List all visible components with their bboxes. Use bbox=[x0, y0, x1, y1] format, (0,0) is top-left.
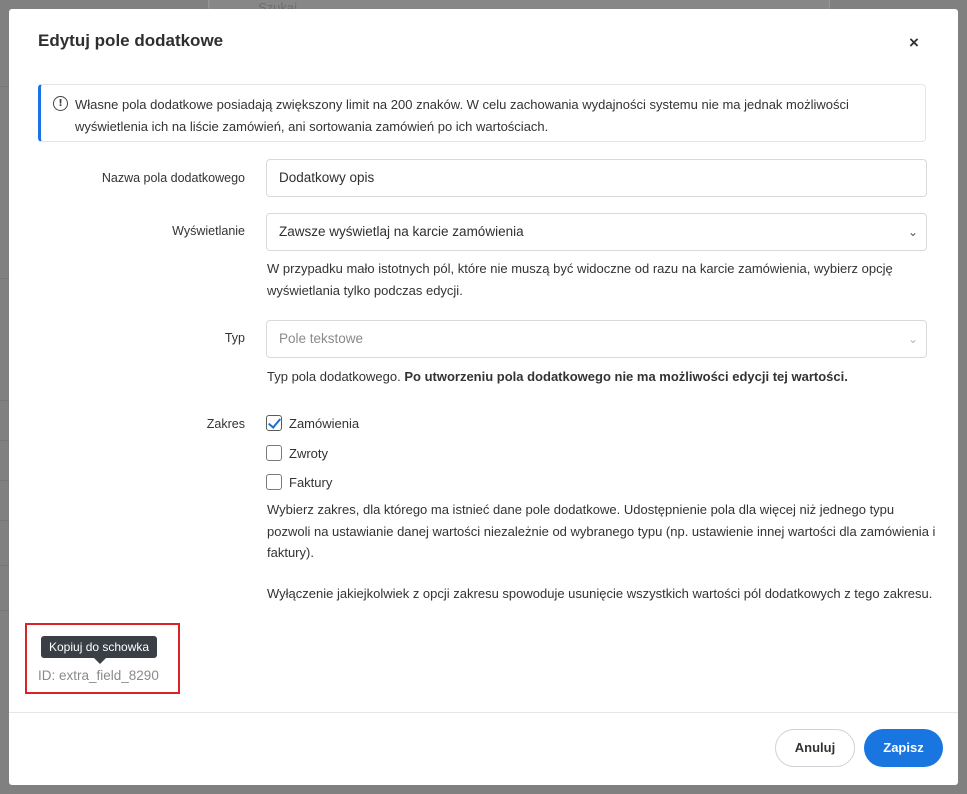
edit-extra-field-dialog: Edytuj pole dodatkowe × ! Własne pola do… bbox=[9, 9, 958, 785]
checkbox-checked[interactable] bbox=[266, 415, 282, 431]
divider bbox=[0, 610, 9, 611]
footer-divider bbox=[9, 712, 958, 713]
divider bbox=[0, 440, 9, 441]
save-button[interactable]: Zapisz bbox=[864, 729, 943, 767]
checkbox[interactable] bbox=[266, 445, 282, 461]
divider bbox=[0, 278, 9, 279]
divider bbox=[0, 400, 9, 401]
chevron-down-icon: ⌄ bbox=[907, 332, 918, 346]
scope-option-label: Faktury bbox=[289, 475, 333, 490]
info-text: Własne pola dodatkowe posiadają zwiększo… bbox=[75, 97, 849, 134]
name-input[interactable]: Dodatkowy opis bbox=[266, 159, 927, 197]
type-label: Typ bbox=[224, 331, 245, 345]
type-select: Pole tekstowe ⌄ bbox=[266, 320, 927, 358]
display-select-value: Zawsze wyświetlaj na karcie zamówienia bbox=[279, 224, 524, 239]
scope-label: Zakres bbox=[206, 417, 245, 431]
dialog-title: Edytuj pole dodatkowe bbox=[38, 31, 224, 50]
type-help-prefix: Typ pola dodatkowego. bbox=[267, 369, 401, 384]
divider bbox=[0, 86, 9, 87]
scope-help-text: Wybierz zakres, dla którego ma istnieć d… bbox=[267, 502, 936, 560]
name-input-value: Dodatkowy opis bbox=[279, 170, 375, 185]
close-icon[interactable]: × bbox=[904, 33, 924, 53]
scope-warning-text: Wyłączenie jakiejkolwiek z opcji zakresu… bbox=[267, 586, 933, 601]
info-icon: ! bbox=[53, 96, 68, 111]
display-label: Wyświetlanie bbox=[172, 224, 245, 238]
display-help-text: W przypadku mało istotnych pól, które ni… bbox=[267, 261, 893, 298]
divider bbox=[0, 565, 9, 566]
type-select-value: Pole tekstowe bbox=[279, 331, 364, 346]
display-select[interactable]: Zawsze wyświetlaj na karcie zamówienia ⌄ bbox=[266, 213, 927, 251]
scope-option-label: Zwroty bbox=[289, 446, 328, 461]
info-alert: ! Własne pola dodatkowe posiadają zwięks… bbox=[38, 84, 926, 142]
type-help-text: Typ pola dodatkowego. Po utworzeniu pola… bbox=[267, 366, 937, 388]
name-label: Nazwa pola dodatkowego bbox=[101, 171, 245, 185]
copy-tooltip: Kopiuj do schowka bbox=[41, 636, 158, 658]
divider bbox=[0, 480, 9, 481]
scope-option-label: Zamówienia bbox=[289, 416, 360, 431]
divider bbox=[0, 520, 9, 521]
tooltip-arrow bbox=[94, 658, 106, 664]
type-help-warning: Po utworzeniu pola dodatkowego nie ma mo… bbox=[404, 369, 848, 384]
field-id-copy[interactable]: ID: extra_field_8290 bbox=[38, 668, 159, 683]
chevron-down-icon: ⌄ bbox=[907, 225, 918, 239]
checkbox[interactable] bbox=[266, 474, 282, 490]
cancel-button[interactable]: Anuluj bbox=[775, 729, 855, 767]
